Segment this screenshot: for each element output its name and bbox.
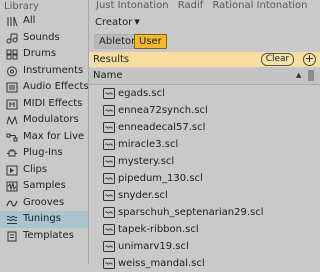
sidebar-item-label: Instruments xyxy=(23,64,84,76)
sidebar-item-label: Max for Live xyxy=(23,130,85,142)
tuning-file-icon xyxy=(103,190,115,201)
sidebar-item-audio-effects[interactable]: Audio Effects xyxy=(0,79,89,96)
sidebar-item-label: Audio Effects xyxy=(23,81,89,92)
list-item[interactable]: sparschuh_septenarian29.scl xyxy=(89,204,320,221)
sidebar-item-label: MIDI Effects xyxy=(23,97,83,109)
sidebar-item-plug-ins[interactable]: Plug-Ins xyxy=(0,145,88,162)
sidebar-item-tunings[interactable]: Tunings xyxy=(0,211,88,228)
library-sidebar: Library All Sounds Drums Instruments Aud… xyxy=(0,0,89,264)
sidebar-item-label: Modulators xyxy=(23,114,79,125)
file-name: miracle3.scl xyxy=(118,139,179,150)
grooves-icon xyxy=(6,198,18,209)
file-name: tapek-ribbon.scl xyxy=(118,224,199,235)
tunings-icon xyxy=(6,214,18,225)
tuning-file-icon xyxy=(103,139,115,150)
creator-label: Creator xyxy=(95,17,133,28)
modulators-icon xyxy=(6,115,18,126)
column-header: Name ▲ xyxy=(89,68,320,85)
max-for-live-icon xyxy=(6,132,18,143)
sidebar-item-label: Plug-Ins xyxy=(23,147,63,158)
list-item[interactable]: mystery.scl xyxy=(89,153,320,170)
tuning-file-icon xyxy=(103,156,115,167)
browser-main: Just Intonation Radif Rational Intonatio… xyxy=(89,0,320,269)
file-name: pipedum_130.scl xyxy=(118,173,203,184)
list-item[interactable]: snyder.scl xyxy=(89,187,320,204)
plug-ins-icon xyxy=(6,148,18,159)
list-item[interactable]: ennea72synch.scl xyxy=(89,102,320,119)
tab-just-intonation[interactable]: Just Intonation xyxy=(96,0,169,11)
midi-effects-icon xyxy=(6,99,18,110)
list-item[interactable]: enneadecal57.scl xyxy=(89,119,320,136)
add-icon[interactable]: + xyxy=(303,53,316,66)
sidebar-item-label: Templates xyxy=(23,229,74,241)
tuning-file-icon xyxy=(103,207,115,218)
results-list: egads.scl ennea72synch.scl enneadecal57.… xyxy=(89,85,320,269)
file-name: egads.scl xyxy=(118,88,165,99)
list-item[interactable]: unimarv19.scl xyxy=(89,238,320,255)
sidebar-item-all[interactable]: All xyxy=(0,13,88,30)
sidebar-item-drums[interactable]: Drums xyxy=(0,46,88,63)
samples-icon xyxy=(6,181,18,192)
tuning-file-icon xyxy=(103,241,115,252)
folder-tabs: Just Intonation Radif Rational Intonatio… xyxy=(89,0,320,13)
sidebar-item-grooves[interactable]: Grooves xyxy=(0,195,88,212)
templates-icon xyxy=(6,231,18,242)
sidebar-item-label: Sounds xyxy=(23,31,60,43)
tuning-file-icon xyxy=(103,122,115,133)
tuning-file-icon xyxy=(103,224,115,235)
tuning-file-icon xyxy=(103,105,115,116)
chevron-down-icon: ▼ xyxy=(134,18,140,26)
file-name: ennea72synch.scl xyxy=(118,105,208,116)
tuning-file-icon xyxy=(103,173,115,184)
file-name: snyder.scl xyxy=(118,190,168,201)
sounds-icon xyxy=(6,33,18,44)
sidebar-item-label: Samples xyxy=(23,180,66,191)
results-bar: Results Clear + xyxy=(89,52,320,67)
sidebar-item-max-for-live[interactable]: Max for Live xyxy=(0,129,88,146)
drums-icon xyxy=(6,49,18,60)
scrollbar-cap[interactable] xyxy=(308,70,314,81)
sidebar-item-label: Drums xyxy=(23,48,57,59)
sort-ascending-icon[interactable]: ▲ xyxy=(296,71,301,79)
audio-effects-icon xyxy=(6,82,18,93)
tab-rational-intonation[interactable]: Rational Intonation xyxy=(212,0,307,11)
sidebar-item-sounds[interactable]: Sounds xyxy=(0,30,88,47)
creator-filter-dropdown[interactable]: Creator ▼ xyxy=(95,17,140,28)
sidebar-item-midi-effects[interactable]: MIDI Effects xyxy=(0,96,88,113)
sidebar-item-label: All xyxy=(23,15,36,26)
clear-button[interactable]: Clear xyxy=(261,53,294,66)
sidebar-item-label: Grooves xyxy=(23,196,65,208)
sidebar-item-label: Clips xyxy=(23,163,48,175)
filter-area: Creator ▼ Ableton User xyxy=(89,13,320,52)
tab-radif[interactable]: Radif xyxy=(178,0,204,11)
instruments-icon xyxy=(6,66,18,77)
file-name: sparschuh_septenarian29.scl xyxy=(118,207,264,218)
list-item[interactable]: tapek-ribbon.scl xyxy=(89,221,320,238)
sidebar-item-clips[interactable]: Clips xyxy=(0,162,88,179)
list-item[interactable]: miracle3.scl xyxy=(89,136,320,153)
sidebar-item-templates[interactable]: Templates xyxy=(0,228,88,245)
name-column-header[interactable]: Name xyxy=(93,70,123,81)
sidebar-item-modulators[interactable]: Modulators xyxy=(0,112,88,129)
sidebar-item-samples[interactable]: Samples xyxy=(0,178,88,195)
clips-icon xyxy=(6,165,18,176)
file-name: enneadecal57.scl xyxy=(118,122,206,133)
filter-chip-user[interactable]: User xyxy=(134,34,167,49)
file-name: unimarv19.scl xyxy=(118,241,189,252)
all-icon xyxy=(6,16,18,27)
list-item[interactable]: pipedum_130.scl xyxy=(89,170,320,187)
list-item[interactable]: egads.scl xyxy=(89,85,320,102)
file-name: mystery.scl xyxy=(118,156,175,167)
results-label: Results xyxy=(93,54,130,65)
tuning-file-icon xyxy=(103,88,115,99)
library-title: Library xyxy=(4,1,39,12)
sidebar-item-label: Tunings xyxy=(23,213,61,224)
sidebar-item-instruments[interactable]: Instruments xyxy=(0,63,88,80)
